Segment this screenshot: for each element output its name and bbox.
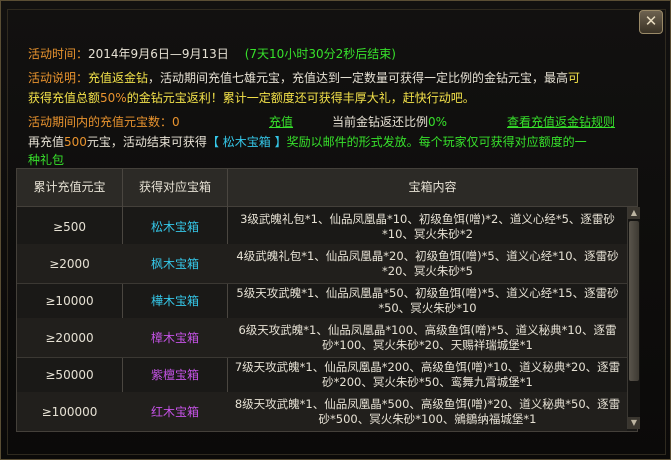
scroll-up-arrow-icon[interactable]: ▲ (628, 207, 640, 219)
reward-box-name: 【 松木宝箱 】 (206, 135, 287, 149)
recharge-link[interactable]: 充值 (269, 113, 293, 131)
desc-event-name: 充值返金钻 (88, 71, 149, 85)
desc-text-1: ，活动期间充值七雄元宝，充值达到一定数量可获得一定比例的金钻元宝，最高 (148, 71, 569, 85)
desc-label: 活动说明： (28, 71, 89, 85)
table-row: ≥100000 红木宝箱 8级天攻武魄*1、仙品凤凰晶*500、高级鱼饵(噌)*… (17, 392, 627, 431)
row-box: 松木宝箱 (150, 220, 199, 234)
more-prefix: 再充值 (28, 135, 65, 149)
rate-value: 0% (428, 115, 448, 129)
desc-highlight-2: 获得充值总额 (28, 91, 101, 105)
row-amount: ≥500 (53, 219, 86, 234)
row-box: 紫檀宝箱 (150, 368, 199, 382)
row-amount: ≥2000 (49, 256, 90, 271)
reward-table: 累计充值元宝 获得对应宝箱 宝箱内容 ≥500 松木宝箱 3级武魄礼包*1、仙品… (16, 168, 638, 432)
table-row: ≥2000 枫木宝箱 4级武魄礼包*1、仙品凤凰晶*20、初级鱼饵(噌)*5、道… (17, 244, 627, 284)
more-suffix-1: 奖励以邮件的形式发放。每个玩家仅可获得对应额度的一 (286, 135, 587, 149)
row-content: 5级天攻武魄*1、仙品凤凰晶*50、初级鱼饵(噌)*5、道义心经*15、逐雷砂*… (236, 285, 619, 315)
table-body: ≥500 松木宝箱 3级武魄礼包*1、仙品凤凰晶*10、初级鱼饵(噌)*2、道义… (17, 207, 627, 431)
desc-highlight-1: 可 (568, 71, 581, 85)
time-range: 2014年9月6日—9月13日 (88, 47, 229, 61)
recharged-value: 0 (172, 115, 180, 129)
recharged-label: 活动期间内的充值元宝数： (28, 115, 173, 129)
countdown: (7天10小时30分2秒后结束) (244, 47, 396, 61)
table-row: ≥20000 樟木宝箱 6级天攻武魄*1、仙品凤凰晶*100、高级鱼饵(噌)*5… (17, 318, 627, 358)
row-amount: ≥50000 (45, 367, 94, 382)
row-amount: ≥10000 (45, 293, 94, 308)
desc-line-1: 活动说明：充值返金钻，活动期间充值七雄元宝，充值达到一定数量可获得一定比例的金钻… (28, 69, 580, 87)
table-row: ≥10000 樺木宝箱 5级天攻武魄*1、仙品凤凰晶*50、初级鱼饵(噌)*5、… (17, 281, 627, 321)
table-header: 累计充值元宝 获得对应宝箱 宝箱内容 (17, 169, 637, 207)
header-amount: 累计充值元宝 (33, 180, 106, 194)
more-amount: 500 (64, 135, 87, 149)
header-box: 获得对应宝箱 (138, 180, 211, 194)
rate-line: 当前金钻返还比例0% (332, 113, 447, 131)
more-text: 元宝，活动结束可获得 (86, 135, 207, 149)
desc-line-2: 获得充值总额50%的金钻元宝返利！累计一定额度还可获得丰厚大礼，赶快行动吧。 (28, 89, 475, 107)
rules-link[interactable]: 查看充值返金钻规则 (507, 113, 615, 131)
next-reward-line: 再充值500元宝，活动结束可获得【 松木宝箱 】奖励以邮件的形式发放。每个玩家仅… (28, 133, 587, 151)
row-box: 枫木宝箱 (150, 257, 199, 271)
row-box: 樺木宝箱 (150, 294, 199, 308)
table-row: ≥500 松木宝箱 3级武魄礼包*1、仙品凤凰晶*10、初级鱼饵(噌)*2、道义… (17, 207, 627, 247)
rate-label: 当前金钻返还比例 (332, 115, 429, 129)
time-label: 活动时间： (28, 47, 89, 61)
desc-percent: 50% (100, 91, 127, 105)
row-amount: ≥100000 (41, 404, 98, 419)
row-box: 红木宝箱 (150, 405, 199, 419)
row-content: 4级武魄礼包*1、仙品凤凰晶*20、初级鱼饵(噌)*5、道义心经*10、逐雷砂*… (236, 248, 619, 278)
row-amount: ≥20000 (45, 330, 94, 345)
event-time-line: 活动时间：2014年9月6日—9月13日 (7天10小时30分2秒后结束) (28, 45, 396, 63)
row-content: 7级天攻武魄*1、仙品凤凰晶*200、高级鱼饵(噌)*10、道义秘典*20、逐雷… (234, 359, 621, 389)
table-row: ≥50000 紫檀宝箱 7级天攻武魄*1、仙品凤凰晶*200、高级鱼饵(噌)*1… (17, 355, 627, 395)
row-content: 6级天攻武魄*1、仙品凤凰晶*100、高级鱼饵(噌)*5、道义秘典*10、逐雷砂… (238, 322, 617, 352)
row-content: 8级天攻武魄*1、仙品凤凰晶*500、高级鱼饵(噌)*20、道义秘典*50、逐雷… (234, 396, 621, 426)
more-suffix-2: 种礼包 (28, 153, 65, 167)
table-scrollbar[interactable]: ▲ ▼ (627, 207, 640, 429)
desc-text-2: 的金钻元宝返利！累计一定额度还可获得丰厚大礼，赶快行动吧。 (126, 91, 475, 105)
scroll-down-arrow-icon[interactable]: ▼ (628, 417, 640, 429)
row-content: 3级武魄礼包*1、仙品凤凰晶*10、初级鱼饵(噌)*2、道义心经*5、逐雷砂*1… (240, 211, 615, 241)
recharge-status-line: 活动期间内的充值元宝数：0 (28, 113, 180, 131)
event-panel: ✕ 活动时间：2014年9月6日—9月13日 (7天10小时30分2秒后结束) 活… (0, 0, 671, 460)
scrollbar-thumb[interactable] (629, 221, 639, 381)
row-box: 樟木宝箱 (150, 331, 199, 345)
header-content: 宝箱内容 (408, 180, 457, 194)
close-button[interactable]: ✕ (639, 10, 663, 34)
